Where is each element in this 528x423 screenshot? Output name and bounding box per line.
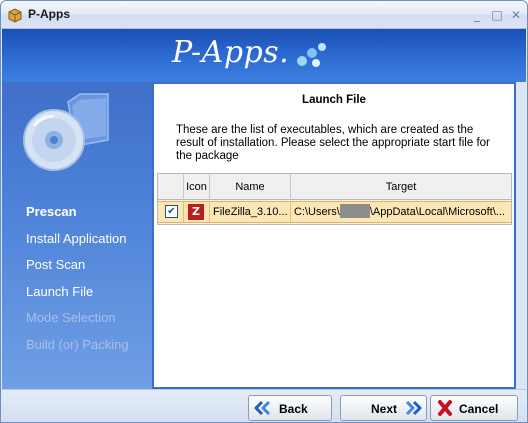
cancel-button-label: Cancel bbox=[459, 402, 499, 416]
logo-bubbles-icon bbox=[297, 43, 326, 67]
nav-item-install-application: Install Application bbox=[26, 230, 127, 246]
row-icon-cell: Z bbox=[184, 202, 210, 222]
wizard-steps-panel: Prescan Install Application Post Scan La… bbox=[2, 82, 152, 389]
page-title: Launch File bbox=[302, 94, 366, 106]
nav-item-post-scan: Post Scan bbox=[26, 257, 86, 272]
column-header-select bbox=[158, 174, 184, 200]
nav-item-prescan: Prescan bbox=[26, 204, 77, 219]
next-button[interactable]: Next bbox=[340, 395, 427, 421]
nav-item-mode-selection: Mode Selection bbox=[26, 310, 116, 325]
table-row[interactable]: ✔ Z FileZilla_3.10... C:\Users\ \AppData\… bbox=[158, 201, 511, 223]
app-icon bbox=[8, 8, 22, 23]
cd-folder-icon bbox=[23, 93, 109, 171]
window-title: P-Apps bbox=[28, 7, 70, 21]
header-banner: P-Apps. bbox=[2, 29, 526, 82]
back-button[interactable]: Back bbox=[248, 395, 332, 421]
maximize-icon[interactable]: □ bbox=[490, 8, 504, 22]
column-header-target[interactable]: Target bbox=[291, 174, 511, 200]
double-chevron-left-icon bbox=[254, 400, 271, 416]
next-button-label: Next bbox=[371, 402, 398, 416]
back-button-label: Back bbox=[279, 402, 308, 416]
column-header-icon[interactable]: Icon bbox=[184, 174, 210, 200]
row-name-cell: FileZilla_3.10... bbox=[210, 202, 291, 222]
button-bar: Back Next Cancel bbox=[2, 389, 526, 422]
nav-item-launch-file: Launch File bbox=[26, 283, 94, 299]
redacted-username bbox=[339, 204, 370, 218]
wizard-steps-list: Prescan Install Application Post Scan La… bbox=[26, 204, 129, 363]
cancel-button[interactable]: Cancel bbox=[430, 395, 518, 421]
target-path-suffix: \AppData\Local\Microsoft\... bbox=[369, 206, 505, 218]
red-x-icon bbox=[438, 400, 452, 416]
double-chevron-right-icon bbox=[405, 400, 422, 416]
minimize-icon[interactable]: _ bbox=[470, 8, 484, 22]
filezilla-icon: Z bbox=[188, 204, 204, 220]
row-checkbox[interactable]: ✔ bbox=[165, 205, 178, 218]
row-target-cell: C:\Users\ \AppData\Local\Microsoft\... bbox=[291, 202, 511, 222]
column-header-name[interactable]: Name bbox=[210, 174, 291, 200]
target-path-prefix: C:\Users\ bbox=[294, 206, 340, 218]
row-select-cell[interactable]: ✔ bbox=[158, 202, 184, 222]
close-icon[interactable]: ✕ bbox=[509, 8, 523, 22]
app-window: P-Apps _ □ ✕ P-Apps. Prescan Install App… bbox=[0, 0, 528, 423]
title-bar[interactable]: P-Apps _ □ ✕ bbox=[1, 1, 527, 29]
content-panel: Launch File These are the list of execut… bbox=[152, 82, 516, 389]
nav-item-build-packing: Build (or) Packing bbox=[26, 336, 129, 352]
executables-table: Icon Name Target ✔ Z FileZilla_3.10... C… bbox=[157, 173, 512, 225]
table-header: Icon Name Target bbox=[158, 174, 511, 200]
page-description: These are the list of executables, which… bbox=[176, 124, 490, 162]
app-logo: P-Apps. bbox=[172, 35, 290, 70]
